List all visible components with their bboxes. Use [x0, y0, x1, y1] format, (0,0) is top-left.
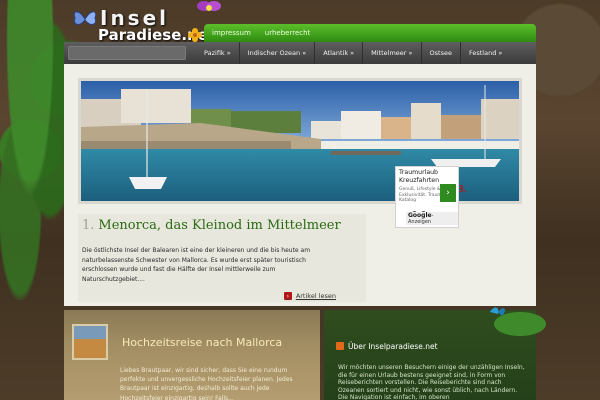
slide-3-link[interactable]: 3. — [458, 185, 467, 195]
post-title[interactable]: Hochzeitsreise nach Mallorca — [122, 336, 282, 349]
google-ad-box[interactable]: Traumurlaub Kreuzfahrten Genuß, Lifestyl… — [395, 166, 459, 228]
feature-title[interactable]: 1. Menorca, das Kleinod im Mittelmeer — [82, 218, 341, 233]
top-navigation: impressum urheberrecht — [204, 24, 536, 42]
feature-number: 1. — [82, 218, 95, 233]
foliage-decoration — [0, 0, 70, 300]
arrow-right-icon: › — [283, 292, 292, 300]
feature-excerpt: Die östlichste Insel der Balearen ist ei… — [82, 247, 311, 283]
read-article-button[interactable]: › Artikel lesen — [283, 292, 336, 300]
post-thumbnail[interactable] — [72, 324, 108, 360]
post-excerpt: Liebes Brautpaar, wir sind sicher, dass … — [120, 367, 293, 400]
search-input[interactable] — [68, 46, 186, 60]
impressum-link[interactable]: impressum — [212, 29, 251, 37]
feature-caption: 1. Menorca, das Kleinod im Mittelmeer Die… — [78, 214, 366, 302]
rss-icon — [336, 342, 344, 350]
menu-item-pazifik[interactable]: Pazifik » — [196, 42, 239, 64]
urheberrecht-link[interactable]: urheberrecht — [265, 29, 311, 37]
about-heading: Über Inselparadiese.net — [324, 338, 536, 354]
ad-footer[interactable]: Google-Anzeigen — [406, 212, 458, 225]
post-teaser: Hochzeitsreise nach Mallorca Liebes Brau… — [64, 310, 320, 400]
menu-item-indischer-ozean[interactable]: Indischer Ozean » — [238, 42, 314, 64]
read-article-label: Artikel lesen — [295, 292, 336, 300]
menu-item-mittelmeer[interactable]: Mittelmeer » — [362, 42, 420, 64]
about-title: Über Inselparadiese.net — [348, 341, 438, 351]
flower-icon — [188, 28, 202, 42]
main-content: 1. 2. 3. 1.Menorca, das Kleinod im Mitte… — [64, 64, 536, 306]
google-brand: Google — [408, 212, 432, 219]
menu-item-ostsee[interactable]: Ostsee — [420, 42, 460, 64]
region-menu: Pazifik » Indischer Ozean » Atlantik » M… — [196, 42, 510, 64]
orchid-icon — [197, 1, 221, 11]
main-navigation: Pazifik » Indischer Ozean » Atlantik » M… — [64, 42, 536, 64]
menu-item-atlantik[interactable]: Atlantik » — [314, 42, 362, 64]
ad-next-icon[interactable]: › — [440, 184, 456, 202]
feature-title-text: Menorca, das Kleinod im Mittelmeer — [98, 218, 341, 233]
butterfly-icon — [73, 11, 97, 25]
leaves-decoration — [490, 307, 546, 336]
ad-title[interactable]: Traumurlaub Kreuzfahrten — [399, 169, 458, 184]
about-text: Wir möchten unseren Besuchern einige der… — [338, 364, 525, 400]
menu-item-festland[interactable]: Festland » — [459, 42, 510, 64]
